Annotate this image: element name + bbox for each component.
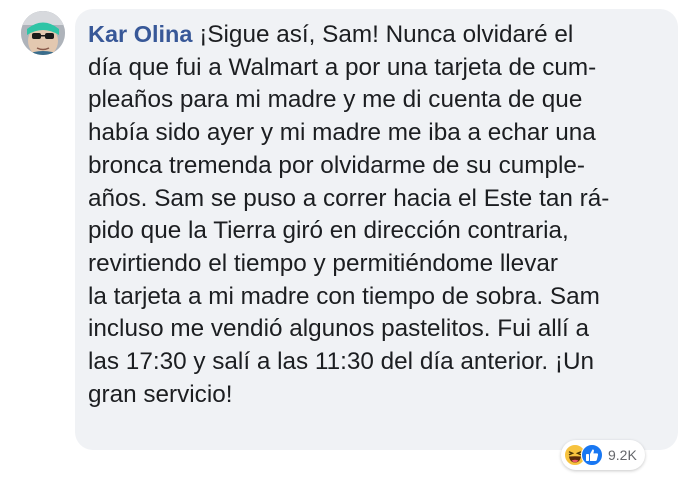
comment-line: pleaños para mi madre y me di cuenta de … bbox=[88, 86, 583, 114]
comment-line: incluso me vendió algunos pastelitos. Fu… bbox=[88, 315, 590, 343]
comment-line: gran servicio! bbox=[88, 380, 233, 408]
comment-line: había sido ayer y mi madre me iba a echa… bbox=[88, 119, 596, 147]
comment-body: Kar Olina ¡Sigue así, Sam! Nunca olvidar… bbox=[88, 18, 667, 411]
avatar[interactable] bbox=[21, 11, 65, 55]
comment-line: la tarjeta a mi madre con tiempo de sobr… bbox=[88, 282, 600, 310]
comment-line: día que fui a Walmart a por una tarjeta … bbox=[88, 53, 597, 81]
comment-line: las 17:30 y salí a las 11:30 del día ant… bbox=[88, 348, 595, 376]
reactions-summary[interactable]: 9.2K bbox=[561, 440, 645, 470]
comment-author-link[interactable]: Kar Olina bbox=[88, 21, 192, 47]
comment-line: pido que la Tierra giró en dirección con… bbox=[88, 217, 569, 245]
comment-line: años. Sam se puso a correr hacia el Este… bbox=[88, 184, 610, 212]
like-icon bbox=[581, 444, 603, 466]
reaction-count: 9.2K bbox=[608, 447, 637, 463]
comment-line: ¡Sigue así, Sam! Nunca olvidaré el bbox=[192, 21, 574, 48]
comment-thread: Kar Olina ¡Sigue así, Sam! Nunca olvidar… bbox=[0, 0, 700, 478]
avatar-image bbox=[21, 11, 65, 55]
comment-line: revirtiendo el tiempo y permitiéndome ll… bbox=[88, 249, 558, 277]
comment-line: bronca tremenda por olvidarme de su cump… bbox=[88, 151, 585, 179]
comment-bubble: Kar Olina ¡Sigue así, Sam! Nunca olvidar… bbox=[75, 9, 678, 450]
